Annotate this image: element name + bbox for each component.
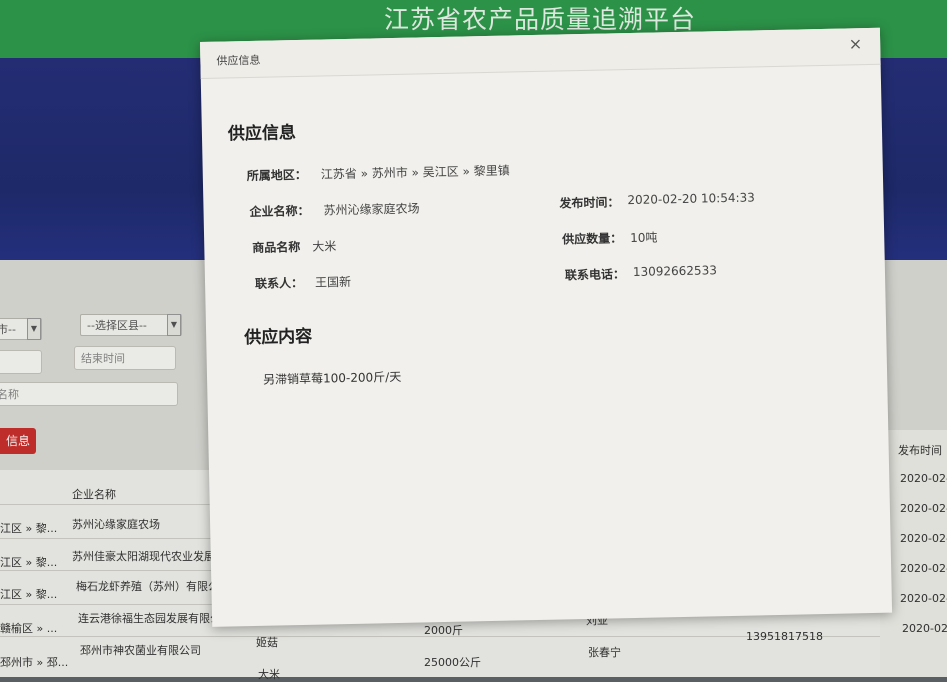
phone-value: 13092662533: [632, 263, 718, 279]
section-heading-info: 供应信息: [227, 123, 297, 145]
contact-value: 王国新: [314, 274, 352, 290]
product-value: 大米: [312, 239, 337, 254]
supply-qty-value: 10吨: [630, 230, 658, 246]
close-icon[interactable]: ×: [849, 34, 863, 53]
modal-title: 供应信息: [216, 53, 261, 68]
product-label: 商品名称: [252, 239, 301, 255]
section-heading-content: 供应内容: [244, 326, 313, 349]
publish-time-label: 发布时间：: [559, 195, 620, 211]
phone-label: 联系电话：: [564, 267, 626, 283]
publish-time-value: 2020-02-20 10:54:33: [627, 190, 755, 208]
company-label: 企业名称：: [249, 203, 310, 219]
supply-info-modal: 供应信息 × 供应信息 所属地区： 江苏省 » 苏州市 » 吴江区 » 黎里镇 …: [200, 27, 893, 627]
supply-content-text: 另滞销草莓100-200斤/天: [262, 369, 402, 387]
supply-qty-label: 供应数量：: [562, 231, 623, 247]
contact-label: 联系人：: [254, 275, 304, 291]
region-value: 江苏省 » 苏州市 » 吴江区 » 黎里镇: [320, 163, 510, 182]
company-value: 苏州沁缘家庭农场: [323, 201, 420, 218]
region-label: 所属地区：: [246, 167, 307, 184]
